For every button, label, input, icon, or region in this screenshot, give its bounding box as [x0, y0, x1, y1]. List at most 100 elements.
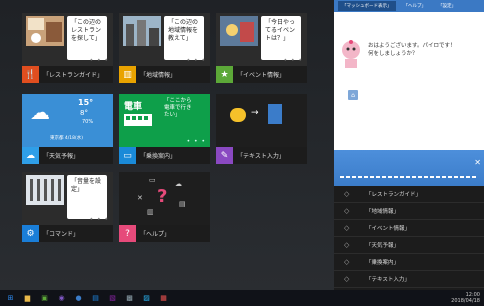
assistant-message: おはようございます。パイロです！ 何をしましょうか？: [368, 43, 456, 57]
menu-item-area[interactable]: ◇ 「地域情報」: [334, 203, 484, 220]
diamond-icon: ◇: [344, 207, 350, 215]
tile-label: 「天気予報」: [43, 153, 80, 160]
windows-icon[interactable]: ⊞: [4, 293, 17, 304]
tile-label: 「乗換案内」: [140, 153, 177, 160]
train-icon: ▭: [119, 147, 136, 164]
restaurant-photo: [26, 16, 64, 46]
tile-label: 「テキスト入力」: [237, 153, 285, 160]
chat-area: おはようございます。パイロです！ 何をしましょうか？ ⌂: [334, 12, 484, 150]
diamond-icon: ◇: [344, 224, 350, 232]
tile-dots: • • •: [186, 138, 206, 145]
clock-date: 2018/04/18: [451, 298, 480, 304]
humidity: 70%: [82, 119, 94, 125]
menu-item-label: 「テキスト入力」: [366, 277, 410, 283]
tile-dots: • • •: [186, 57, 206, 64]
menu-item-label: 「天気予報」: [366, 243, 400, 249]
tile-note: 「今日やっ てるイベン トは？」: [261, 16, 301, 60]
menu-item-restaurant[interactable]: ◇ 「レストランガイド」: [334, 186, 484, 203]
tile-weather[interactable]: ☁ 15° 8° 70% 東京都 4/18(水) ☁ 「天気予報」: [22, 94, 113, 164]
tile-dots: • • •: [89, 57, 109, 64]
building-small-icon: ▥: [147, 208, 154, 216]
tile-label-bar: ▭ 「乗換案内」: [119, 147, 210, 164]
close-icon[interactable]: ✕: [474, 158, 481, 167]
tile-command[interactable]: 「音量を設 定」 • • • ⚙ 「コマンド」: [22, 172, 113, 242]
voice-level-indicator: [340, 176, 478, 178]
tile-label: 「イベント情報」: [237, 72, 286, 79]
tile-text-input[interactable]: → ✎ 「テキスト入力」: [216, 94, 307, 164]
tile-label-bar: ? 「ヘルプ」: [119, 225, 210, 242]
tab-settings[interactable]: 「設定」: [434, 1, 460, 11]
cutlery-small-icon: ✕: [137, 194, 143, 202]
tile-event-info[interactable]: 「今日やっ てるイベン トは？」 • • • ★ 「イベント情報」: [216, 13, 307, 83]
train-heading: 電車: [124, 102, 143, 112]
diamond-icon: ◇: [344, 241, 350, 249]
diamond-icon: ◇: [344, 258, 350, 266]
app-icon-3[interactable]: ▩: [123, 293, 136, 304]
mic-button[interactable]: ⌂: [348, 90, 358, 100]
gear-icon: ⚙: [22, 225, 39, 242]
diamond-icon: ◇: [344, 190, 350, 198]
restaurant-icon: 🍴: [22, 66, 39, 83]
building-icon: ▥: [119, 66, 136, 83]
tile-label-bar: ▥ 「地域情報」: [119, 66, 210, 83]
tile-label: 「ヘルプ」: [140, 231, 171, 238]
tile-label-bar: 🍴 「レストランガイド」: [22, 66, 113, 83]
voice-band: ✕: [334, 150, 484, 186]
tile-label: 「地域情報」: [140, 72, 177, 79]
temp-high: 15°: [78, 98, 94, 107]
tab-help[interactable]: 「ヘルプ」: [400, 1, 431, 11]
app-icon-5[interactable]: ▦: [157, 293, 170, 304]
mic-icon: ⌂: [351, 91, 355, 99]
app-icon-4[interactable]: ▨: [140, 293, 153, 304]
menu-item-label: 「地域情報」: [366, 209, 400, 215]
media-icon[interactable]: ◉: [55, 293, 68, 304]
tile-train-transfer[interactable]: 電車 「ここから 電車で行き たい」 • • • ▭ 「乗換案内」: [119, 94, 210, 164]
menu-item-train[interactable]: ◇ 「乗換案内」: [334, 254, 484, 271]
event-icon: ★: [216, 66, 233, 83]
menu-item-label: 「イベント情報」: [366, 226, 411, 232]
speech-bubble-icon: [230, 108, 246, 122]
temp-low: 8°: [80, 109, 88, 117]
desktop: 「この辺の レストラン を探して」 • • • 🍴 「レストランガイド」 「この…: [0, 0, 484, 290]
tile-label: 「レストランガイド」: [43, 72, 104, 79]
help-icon: ?: [119, 225, 136, 242]
tile-label-bar: ☁ 「天気予報」: [22, 147, 113, 164]
event-photo: [220, 16, 258, 46]
tab-dashboard[interactable]: 「マッシュボード表示」: [338, 1, 396, 11]
train-graphic-icon: [124, 114, 152, 126]
tile-label: 「コマンド」: [43, 231, 80, 238]
system-tray[interactable]: 12:00 2018/04/18: [451, 292, 480, 304]
weather-date: 東京都 4/18(水): [50, 136, 84, 141]
assistant-panel: 「マッシュボード表示」 「ヘルプ」 「設定」 おはようございます。パイロです！ …: [334, 0, 484, 290]
store-icon[interactable]: ▣: [38, 293, 51, 304]
tile-grid: 「この辺の レストラン を探して」 • • • 🍴 「レストランガイド」 「この…: [0, 0, 334, 290]
taskbar: ⊞ ▆ ▣ ◉ ● ▤ ▧ ▩ ▨ ▦ 12:00 2018/04/18: [0, 290, 484, 306]
app-icon-2[interactable]: ▧: [106, 293, 119, 304]
tile-area-info[interactable]: 「この辺の 地域情報を 教えて」 • • • ▥ 「地域情報」: [119, 13, 210, 83]
area-photo: [123, 16, 161, 46]
menu-item-label: 「レストランガイド」: [366, 192, 422, 198]
menu-item-event[interactable]: ◇ 「イベント情報」: [334, 220, 484, 237]
command-menu: ◇ 「レストランガイド」 ◇ 「地域情報」 ◇ 「イベント情報」 ◇ 「天気予報」 ◇ 「…: [334, 186, 484, 290]
tile-help[interactable]: ? ▭ ☁ ✕ ▤ ▥ ? 「ヘルプ」: [119, 172, 210, 242]
tile-restaurant-guide[interactable]: 「この辺の レストラン を探して」 • • • 🍴 「レストランガイド」: [22, 13, 113, 83]
tile-note: 「ここから 電車で行き たい」: [164, 98, 192, 118]
tile-note: 「この辺の レストラン を探して」: [67, 16, 107, 60]
folder-icon[interactable]: ▆: [21, 293, 34, 304]
cloud-rain-icon: ☁: [30, 100, 50, 124]
app-icon[interactable]: ▤: [89, 293, 102, 304]
browser-icon[interactable]: ●: [72, 293, 85, 304]
arrow-icon: →: [251, 108, 259, 118]
tile-dots: • • •: [283, 57, 303, 64]
text-input-icon: ✎: [216, 147, 233, 164]
tile-note: 「この辺の 地域情報を 教えて」: [164, 16, 204, 60]
tile-label-bar: ✎ 「テキスト入力」: [216, 147, 307, 164]
weather-small-icon: ☁: [175, 180, 182, 188]
document-icon: [268, 104, 282, 124]
menu-item-label: 「乗換案内」: [366, 260, 400, 266]
tile-note: 「音量を設 定」: [67, 175, 107, 219]
menu-item-text-input[interactable]: ◇ 「テキスト入力」: [334, 271, 484, 288]
tile-dots: • • •: [89, 216, 109, 223]
mascot-avatar: [342, 40, 360, 68]
menu-item-weather[interactable]: ◇ 「天気予報」: [334, 237, 484, 254]
